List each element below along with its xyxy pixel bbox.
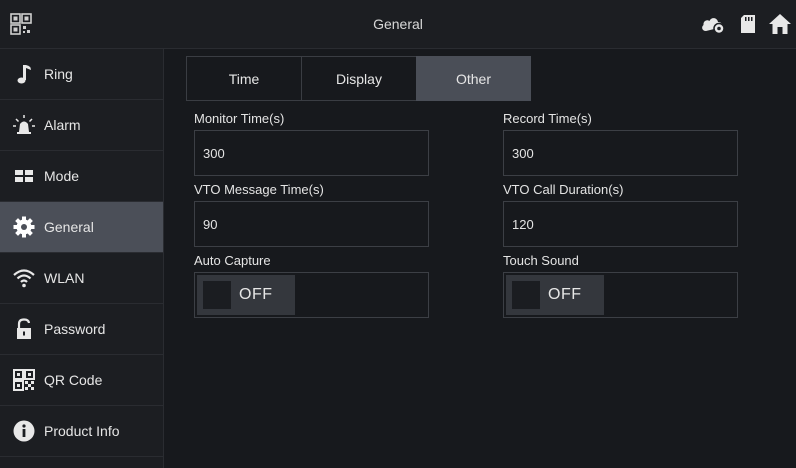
- sidebar-item-label: Password: [44, 321, 106, 337]
- sidebar-item-label: Ring: [44, 66, 73, 82]
- record-time-value: 300: [512, 146, 534, 161]
- cloud-icon[interactable]: [700, 14, 726, 34]
- sidebar-item-label: Alarm: [44, 117, 81, 133]
- sidebar-item-general[interactable]: General: [0, 202, 163, 253]
- sidebar-item-label: Mode: [44, 168, 80, 184]
- record-time-label: Record Time(s): [503, 111, 592, 126]
- music-note-icon: [17, 65, 31, 84]
- auto-capture-label: Auto Capture: [194, 253, 271, 268]
- sidebar-item-mode[interactable]: Mode: [0, 151, 163, 202]
- tab-display[interactable]: Display: [301, 56, 417, 101]
- alarm-icon: [13, 115, 35, 134]
- tab-other[interactable]: Other: [416, 56, 531, 101]
- monitor-time-field[interactable]: 300: [194, 130, 429, 176]
- toggle-knob: [203, 281, 231, 309]
- vto-call-duration-field[interactable]: 120: [503, 201, 738, 247]
- gear-icon: [13, 216, 35, 238]
- home-icon[interactable]: [768, 12, 792, 36]
- sidebar-item-label: QR Code: [44, 372, 103, 388]
- sidebar: Ring Alarm Mode General WLAN Password QR…: [0, 49, 164, 468]
- sidebar-item-label: Product Info: [44, 423, 120, 439]
- qr-code-icon: [13, 369, 35, 391]
- tab-bar: Time Display Other: [186, 56, 531, 101]
- top-bar: General: [0, 0, 796, 49]
- sidebar-item-password[interactable]: Password: [0, 304, 163, 355]
- auto-capture-state: OFF: [239, 286, 273, 303]
- record-time-field[interactable]: 300: [503, 130, 738, 176]
- touch-sound-state: OFF: [548, 286, 582, 303]
- lock-icon: [17, 318, 31, 339]
- touch-sound-label: Touch Sound: [503, 253, 579, 268]
- page-title: General: [373, 16, 423, 32]
- info-icon: [13, 420, 35, 442]
- sidebar-item-wlan[interactable]: WLAN: [0, 253, 163, 304]
- monitor-time-value: 300: [203, 146, 225, 161]
- mode-icon: [15, 170, 33, 182]
- vto-message-time-field[interactable]: 90: [194, 201, 429, 247]
- vto-call-duration-value: 120: [512, 217, 534, 232]
- vto-message-time-label: VTO Message Time(s): [194, 182, 324, 197]
- sidebar-item-ring[interactable]: Ring: [0, 49, 163, 100]
- sidebar-item-label: WLAN: [44, 270, 85, 286]
- touch-sound-toggle[interactable]: OFF: [506, 275, 604, 315]
- sidebar-item-label: General: [44, 219, 94, 235]
- auto-capture-container: OFF: [194, 272, 429, 318]
- vto-message-time-value: 90: [203, 217, 218, 232]
- toggle-knob: [512, 281, 540, 309]
- tab-time[interactable]: Time: [186, 56, 302, 101]
- wifi-icon: [13, 269, 35, 288]
- sidebar-item-qr-code[interactable]: QR Code: [0, 355, 163, 406]
- sidebar-item-product-info[interactable]: Product Info: [0, 406, 163, 457]
- sidebar-item-alarm[interactable]: Alarm: [0, 100, 163, 151]
- touch-sound-container: OFF: [503, 272, 738, 318]
- auto-capture-toggle[interactable]: OFF: [197, 275, 295, 315]
- vto-call-duration-label: VTO Call Duration(s): [503, 182, 624, 197]
- monitor-time-label: Monitor Time(s): [194, 111, 285, 126]
- sd-card-icon[interactable]: [740, 14, 756, 34]
